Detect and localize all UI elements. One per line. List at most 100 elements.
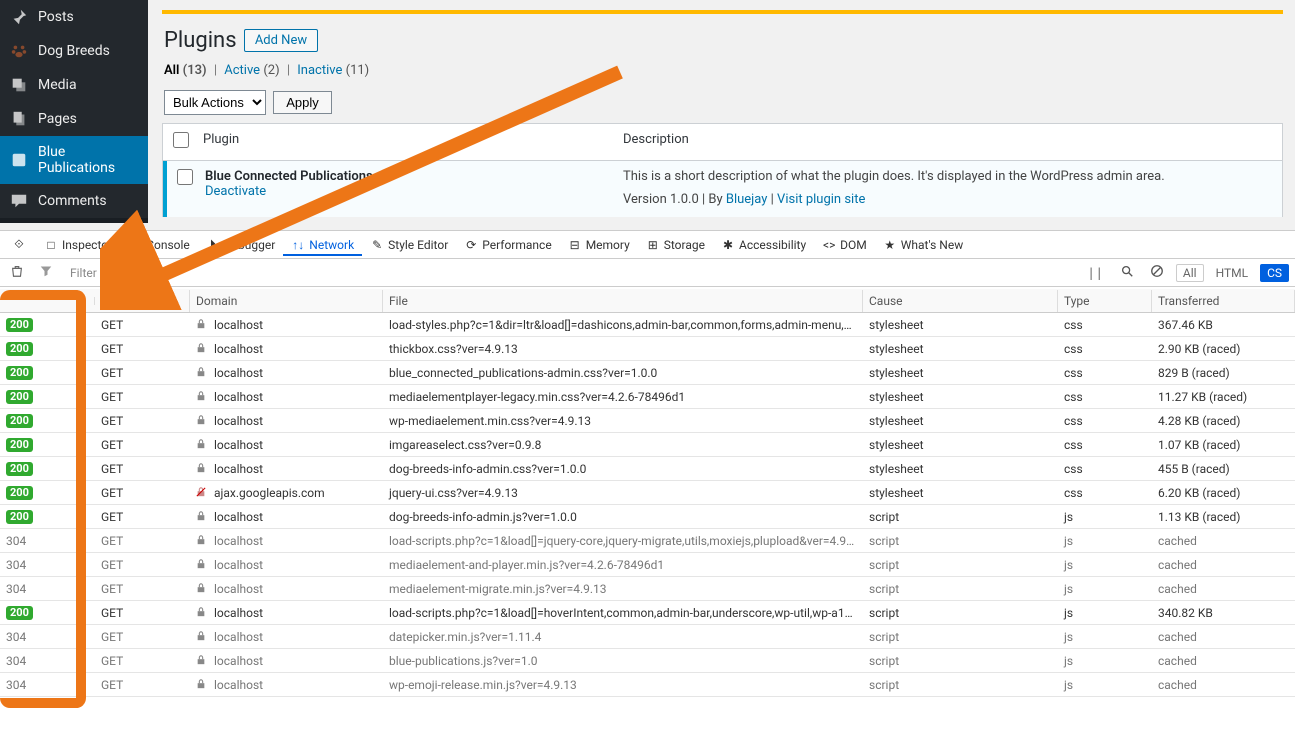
add-new-button[interactable]: Add New	[244, 29, 318, 52]
filter-all-button[interactable]: All	[1176, 264, 1204, 282]
lock-icon	[196, 438, 208, 452]
select-all-checkbox[interactable]	[173, 132, 189, 148]
col-domain[interactable]: Domain	[190, 290, 383, 312]
tab-debugger[interactable]: ⏵Debugger	[198, 234, 284, 256]
styleeditor-icon: ✎	[370, 238, 384, 252]
bulk-actions-select[interactable]: Bulk Actions	[164, 90, 266, 115]
insecure-icon	[196, 486, 208, 500]
network-request-row[interactable]: 304GETlocalhostmediaelement-migrate.min.…	[0, 577, 1295, 601]
storage-icon: ⊞	[646, 238, 660, 252]
accessibility-icon: ✱	[721, 238, 735, 252]
lock-icon	[196, 678, 208, 692]
tab-accessibility[interactable]: ✱Accessibility	[713, 234, 814, 256]
sidebar-item-dog-breeds[interactable]: Dog Breeds	[0, 34, 148, 68]
console-icon: ›_	[128, 238, 142, 252]
col-status[interactable]	[0, 297, 95, 305]
network-request-row[interactable]: 304GETlocalhostload-scripts.php?c=1&load…	[0, 529, 1295, 553]
network-request-row[interactable]: 304GETlocalhostblue-publications.js?ver=…	[0, 649, 1295, 673]
lock-icon	[196, 414, 208, 428]
wp-admin-sidebar: PostsDog BreedsMediaPagesBlue Publicatio…	[0, 0, 148, 222]
tab-memory[interactable]: ⊟Memory	[560, 234, 638, 256]
tab-network[interactable]: ↑↓Network	[283, 234, 362, 256]
filter-html-button[interactable]: HTML	[1212, 264, 1253, 282]
bluepub-icon	[10, 151, 28, 169]
debugger-icon: ⏵	[206, 238, 220, 252]
filter-urls-input[interactable]: Filter URLs	[64, 263, 134, 283]
plugin-row-checkbox[interactable]	[177, 169, 193, 185]
filter-inactive[interactable]: Inactive (11)	[297, 63, 369, 78]
network-request-row[interactable]: 200GETlocalhostload-styles.php?c=1&dir=l…	[0, 313, 1295, 337]
network-subtoolbar: Filter URLs || All HTML CS	[0, 259, 1295, 287]
filter-all[interactable]: All (13)	[164, 63, 207, 78]
filter-active[interactable]: Active (2)	[224, 63, 279, 78]
network-request-row[interactable]: 200GETlocalhostblue_connected_publicatio…	[0, 361, 1295, 385]
devtools-toolbar: ⟐ □Inspector›_Console⏵Debugger↑↓Network✎…	[0, 231, 1295, 259]
pause-button[interactable]: ||	[1083, 264, 1107, 282]
network-request-row[interactable]: 200GETlocalhostdog-breeds-info-admin.css…	[0, 457, 1295, 481]
paw-icon	[10, 42, 28, 60]
tab-console[interactable]: ›_Console	[120, 234, 198, 256]
plugin-meta: Version 1.0.0 | By Bluejay | Visit plugi…	[623, 192, 1272, 207]
sidebar-item-comments[interactable]: Comments	[0, 184, 148, 218]
lock-icon	[196, 462, 208, 476]
sidebar-item-blue-publications[interactable]: Blue Publications	[0, 136, 148, 184]
col-desc-header[interactable]: Description	[623, 132, 1272, 152]
network-request-row[interactable]: 200GETlocalhostimgareaselect.css?ver=0.9…	[0, 433, 1295, 457]
tab-storage[interactable]: ⊞Storage	[638, 234, 713, 256]
network-request-row[interactable]: 200GETlocalhostdog-breeds-info-admin.js?…	[0, 505, 1295, 529]
lock-icon	[196, 366, 208, 380]
col-plugin-header[interactable]: Plugin	[203, 132, 623, 152]
memory-icon: ⊟	[568, 238, 582, 252]
filter-css-button[interactable]: CS	[1260, 264, 1289, 282]
network-icon: ↑↓	[291, 238, 305, 252]
col-file[interactable]: File	[383, 290, 863, 312]
tab-inspector[interactable]: □Inspector	[36, 234, 120, 256]
col-transferred[interactable]: Transferred	[1152, 290, 1295, 312]
lock-icon	[196, 342, 208, 356]
plugin-row: Blue Connected Publications Deactivate T…	[163, 161, 1282, 217]
tab-styleeditor[interactable]: ✎Style Editor	[362, 234, 456, 256]
performance-icon: ⟳	[464, 238, 478, 252]
network-table-header: Method Domain File Cause Type Transferre…	[0, 289, 1295, 313]
clear-button[interactable]	[6, 262, 28, 283]
plugin-name: Blue Connected Publications	[205, 169, 623, 184]
lock-icon	[196, 630, 208, 644]
page-title: Plugins	[148, 14, 237, 61]
tab-performance[interactable]: ⟳Performance	[456, 234, 559, 256]
network-request-row[interactable]: 200GETlocalhostload-scripts.php?c=1&load…	[0, 601, 1295, 625]
inspector-icon: □	[44, 238, 58, 252]
funnel-icon[interactable]	[36, 263, 56, 282]
col-cause[interactable]: Cause	[863, 290, 1058, 312]
comments-icon	[10, 192, 28, 210]
network-request-row[interactable]: 304GETlocalhostdatepicker.min.js?ver=1.1…	[0, 625, 1295, 649]
plugin-description: This is a short description of what the …	[623, 169, 1272, 184]
sidebar-item-media[interactable]: Media	[0, 68, 148, 102]
devtools-panel: ⟐ □Inspector›_Console⏵Debugger↑↓Network✎…	[0, 230, 1295, 736]
plugin-table: Plugin Description Blue Connected Public…	[162, 123, 1283, 217]
col-method[interactable]: Method	[95, 290, 190, 312]
tab-whatsnew[interactable]: ★What's New	[875, 234, 971, 256]
network-request-row[interactable]: 200GETlocalhostmediaelementplayer-legacy…	[0, 385, 1295, 409]
network-request-row[interactable]: 200GETlocalhostthickbox.css?ver=4.9.13st…	[0, 337, 1295, 361]
col-type[interactable]: Type	[1058, 290, 1152, 312]
plugin-site-link[interactable]: Visit plugin site	[777, 192, 865, 207]
responsive-mode-button[interactable]: ⟐	[4, 234, 34, 256]
network-request-row[interactable]: 304GETlocalhostmediaelement-and-player.m…	[0, 553, 1295, 577]
network-request-row[interactable]: 200GETlocalhostwp-mediaelement.min.css?v…	[0, 409, 1295, 433]
pages-icon	[10, 110, 28, 128]
search-button[interactable]	[1116, 262, 1138, 283]
lock-icon	[196, 606, 208, 620]
network-request-row[interactable]: 200GETajax.googleapis.comjquery-ui.css?v…	[0, 481, 1295, 505]
network-table: Method Domain File Cause Type Transferre…	[0, 289, 1295, 736]
network-request-row[interactable]: 304GETlocalhostwp-emoji-release.min.js?v…	[0, 673, 1295, 697]
plugin-author-link[interactable]: Bluejay	[726, 192, 768, 207]
tab-dom[interactable]: <>DOM	[814, 234, 875, 256]
sidebar-item-posts[interactable]: Posts	[0, 0, 148, 34]
sidebar-item-pages[interactable]: Pages	[0, 102, 148, 136]
lock-icon	[196, 534, 208, 548]
block-button[interactable]	[1146, 262, 1168, 283]
bulk-apply-button[interactable]: Apply	[273, 91, 332, 114]
deactivate-link[interactable]: Deactivate	[205, 184, 266, 199]
whatsnew-icon: ★	[883, 238, 897, 252]
media-icon	[10, 76, 28, 94]
